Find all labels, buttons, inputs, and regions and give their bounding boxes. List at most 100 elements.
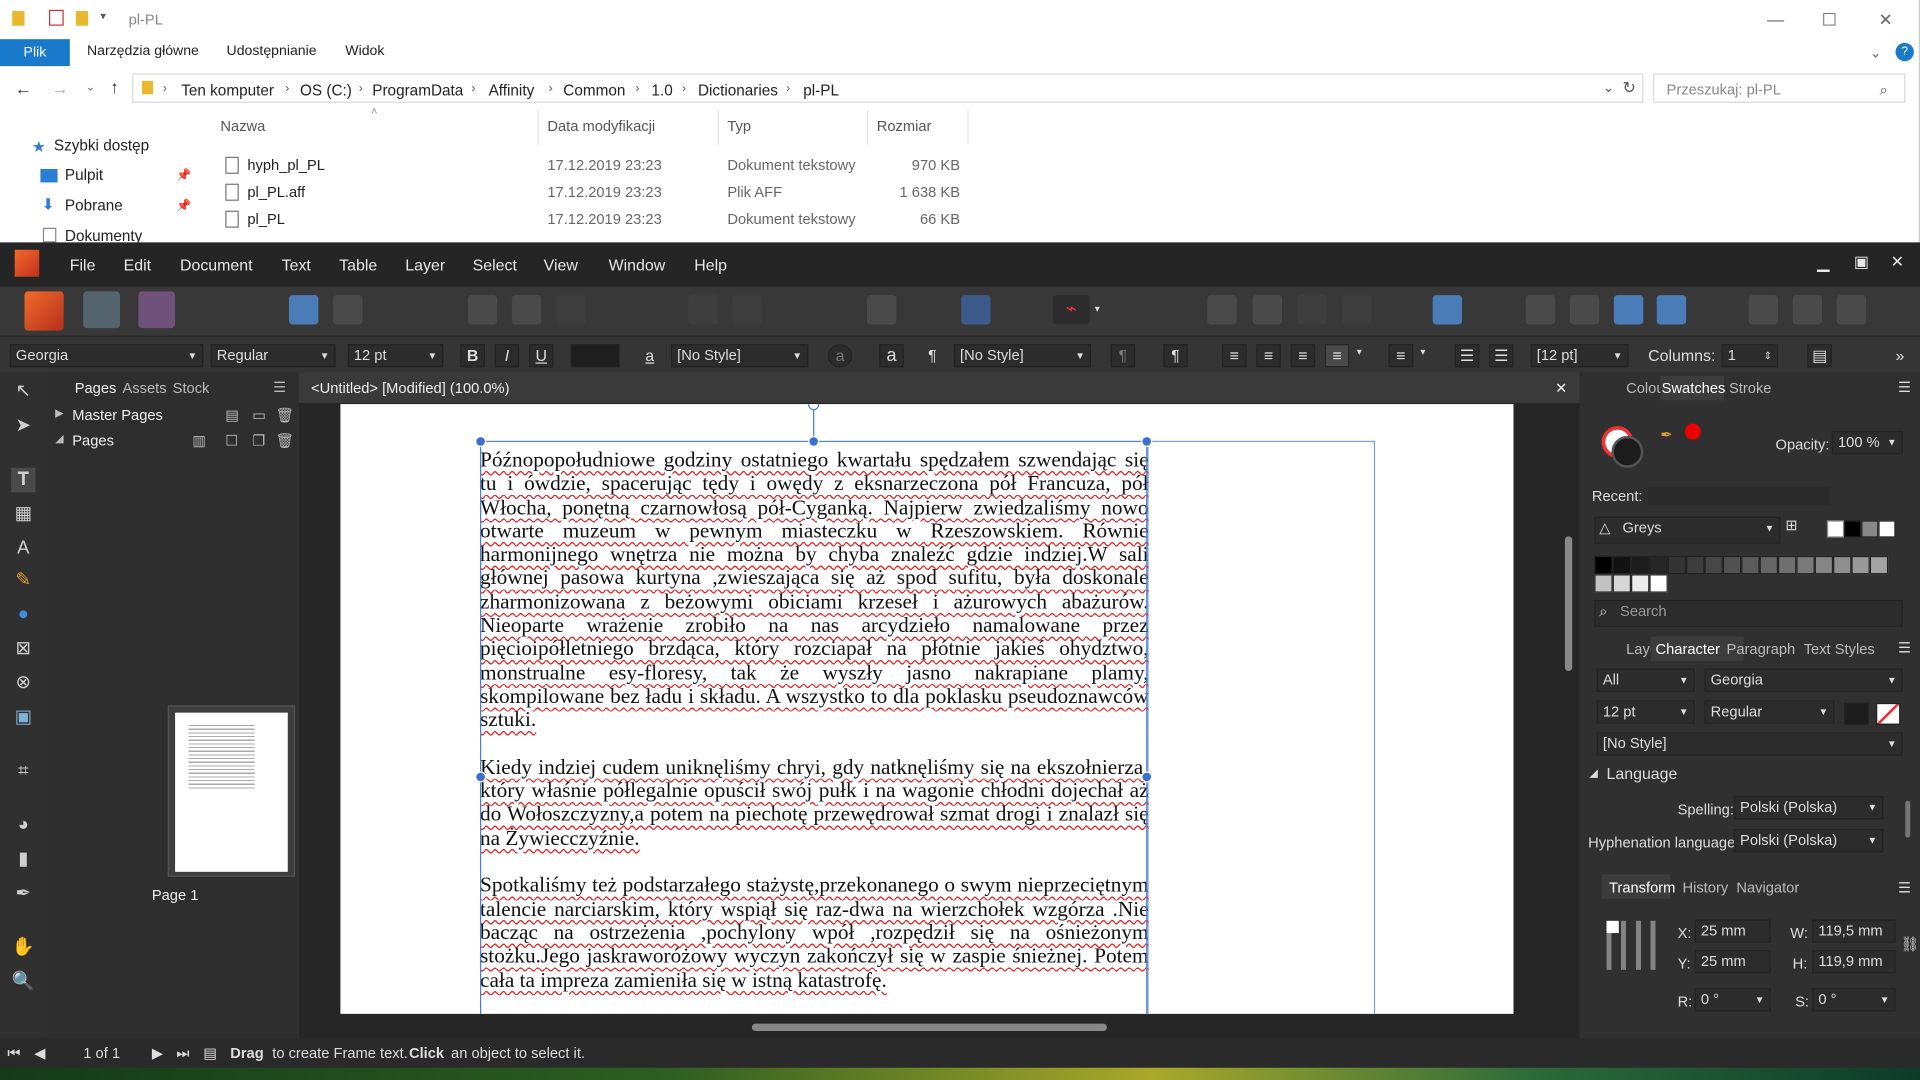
pin-icon[interactable] <box>688 295 718 325</box>
character-nostyle-dropdown[interactable]: [No Style] ▼ <box>1596 732 1903 756</box>
fill-tool-icon[interactable]: ◕ <box>11 813 35 837</box>
x-position-input[interactable]: 25 mm <box>1694 919 1771 943</box>
publisher-persona-icon[interactable] <box>24 291 64 331</box>
maximize-button[interactable]: ▣ <box>1854 252 1869 272</box>
tab-stroke[interactable]: Stroke <box>1729 380 1771 397</box>
text-paragraph[interactable]: Późnopopołudniowe godziny ostatniego kwa… <box>480 447 1149 732</box>
horizontal-scrollbar[interactable] <box>311 1021 1548 1033</box>
tab-assets[interactable]: Assets <box>122 380 166 397</box>
palette-dropdown[interactable]: Greys ▼ <box>1594 516 1781 544</box>
next-page-icon[interactable]: ▶ <box>152 1044 163 1061</box>
crumb-common[interactable]: Common <box>563 82 625 99</box>
panel-menu-icon[interactable]: ☰ <box>1898 879 1911 896</box>
menu-select[interactable]: Select <box>473 256 517 274</box>
artistic-text-tool-icon[interactable]: A <box>11 536 35 560</box>
page-layout-icon[interactable]: ▥ <box>192 432 206 449</box>
col-data-modyfikacji[interactable]: Data modyfikacji <box>547 118 655 135</box>
y-position-input[interactable]: 25 mm <box>1694 950 1771 974</box>
search-input[interactable]: Przeszukaj: pl-PL ⌕ <box>1653 73 1906 103</box>
paragraph-style-dropdown[interactable]: [No Style] ▼ <box>953 344 1092 368</box>
tab-history[interactable]: History <box>1682 879 1728 896</box>
nav-pulpit[interactable]: Pulpit <box>65 167 103 184</box>
address-bar[interactable]: › Ten komputer › OS (C:) › ProgramData ›… <box>132 73 1644 103</box>
rotation-input[interactable]: 0 ° ▼ <box>1694 988 1771 1012</box>
character-style-weight-dropdown[interactable]: Regular ▼ <box>1704 700 1835 724</box>
clear-paragraph-button[interactable]: ¶ <box>1110 344 1136 368</box>
panel-scrollbar-thumb[interactable] <box>1905 800 1911 838</box>
pin-icon[interactable]: 📌 <box>176 169 191 182</box>
scrollbar-thumb[interactable] <box>751 1023 1107 1032</box>
panel-menu-icon[interactable]: ☰ <box>1898 378 1911 395</box>
ellipse-tool-icon[interactable]: ● <box>11 602 35 626</box>
chevron-down-icon[interactable]: ▾ <box>1420 347 1425 358</box>
more-icon[interactable]: » <box>1896 347 1905 365</box>
character-size-dropdown[interactable]: 12 pt ▼ <box>1596 700 1695 724</box>
text-stroke-swatch[interactable] <box>1875 702 1901 725</box>
designer-persona-icon[interactable] <box>83 291 121 329</box>
photo-persona-icon[interactable] <box>138 291 176 329</box>
justify-button[interactable]: ≡ <box>1324 344 1350 368</box>
collapse-arrow-icon[interactable]: ◢ <box>55 432 63 445</box>
swatch[interactable] <box>1878 520 1896 538</box>
delete-page-icon[interactable]: 🗑 <box>276 432 295 449</box>
swatch[interactable] <box>1844 520 1862 538</box>
paragraph-button[interactable]: ¶ <box>1163 344 1188 368</box>
menu-layer[interactable]: Layer <box>405 256 445 274</box>
wrap-text-icon[interactable] <box>866 295 897 325</box>
resize-handle[interactable] <box>1141 771 1153 783</box>
resize-handle[interactable] <box>1141 435 1153 447</box>
maximize-button[interactable]: ☐ <box>1817 7 1841 31</box>
arrange-icon[interactable] <box>1297 295 1328 325</box>
add-master-icon[interactable]: ▤ <box>225 407 239 424</box>
address-dropdown-icon[interactable]: ⌄ <box>1603 80 1614 96</box>
nav-szybki-dostep[interactable]: Szybki dostęp <box>54 137 149 154</box>
menu-help[interactable]: Help <box>694 256 727 274</box>
menu-text[interactable]: Text <box>282 256 311 274</box>
resize-handle[interactable] <box>475 771 487 783</box>
picture-frame-tool-icon[interactable]: ⊠ <box>11 637 35 661</box>
text-paragraph[interactable]: Spotkaliśmy też podstarzałego stażystę,p… <box>480 873 1149 991</box>
preflight-icon[interactable] <box>467 295 498 325</box>
text-frame[interactable]: Późnopopołudniowe godziny ostatniego kwa… <box>480 447 1149 1014</box>
crumb-os-c[interactable]: OS (C:) <box>300 82 352 99</box>
menu-edit[interactable]: Edit <box>124 256 151 274</box>
menu-view[interactable]: View <box>544 256 578 274</box>
vertical-align-button[interactable]: ≡ <box>1388 344 1414 368</box>
col-rozmiar[interactable]: Rozmiar <box>877 118 932 135</box>
tab-pages[interactable]: Pages <box>75 380 117 397</box>
text-color-swatch[interactable] <box>570 344 620 368</box>
rotation-handle[interactable] <box>808 404 820 411</box>
tab-character[interactable]: Character <box>1656 640 1721 657</box>
anchor-icon[interactable] <box>732 295 762 325</box>
crop-tool-icon[interactable]: ⌗ <box>11 759 35 783</box>
grid-view-icon[interactable]: ⊞ <box>1785 517 1797 534</box>
close-document-icon[interactable]: ✕ <box>1555 380 1567 397</box>
menu-window[interactable]: Window <box>609 256 666 274</box>
tab-swatches[interactable]: Swatches <box>1662 380 1726 397</box>
tab-udostepnianie[interactable]: Udostępnianie <box>227 44 317 59</box>
character-scope-dropdown[interactable]: All ▼ <box>1596 668 1695 692</box>
text-frame-settings-button[interactable]: ▤ <box>1807 344 1832 368</box>
up-arrow-icon[interactable]: ↑ <box>110 77 119 97</box>
table-tool-icon[interactable]: ▦ <box>11 502 35 526</box>
boolean-subtract-icon[interactable] <box>1792 295 1823 325</box>
eyedropper-icon[interactable]: ✒ <box>1660 426 1672 443</box>
zoom-tool-icon[interactable]: 🔍 <box>11 970 35 994</box>
current-color-dot[interactable] <box>1684 423 1701 440</box>
menu-document[interactable]: Document <box>180 256 253 274</box>
minimize-button[interactable]: ▁ <box>1817 253 1829 273</box>
close-button[interactable]: ✕ <box>1873 7 1897 31</box>
flip-vertical-icon[interactable] <box>1569 295 1600 325</box>
quick-access-dropdown-icon[interactable]: ▾ <box>100 10 106 23</box>
col-typ[interactable]: Typ <box>727 118 751 135</box>
nav-pobrane[interactable]: Pobrane <box>65 197 123 214</box>
properties-icon[interactable] <box>48 9 64 26</box>
file-row[interactable]: hyph_pl_PL 17.12.2019 23:23 Dokument tek… <box>218 152 977 179</box>
arrange-back-icon[interactable] <box>1207 295 1237 325</box>
crumb-pl-pl[interactable]: pl-PL <box>803 82 839 99</box>
minimize-button[interactable]: — <box>1763 7 1787 31</box>
crumb-version[interactable]: 1.0 <box>651 82 672 99</box>
crumb-dictionaries[interactable]: Dictionaries <box>698 82 778 99</box>
menu-table[interactable]: Table <box>339 256 377 274</box>
forward-arrow-icon[interactable]: → <box>51 78 68 98</box>
